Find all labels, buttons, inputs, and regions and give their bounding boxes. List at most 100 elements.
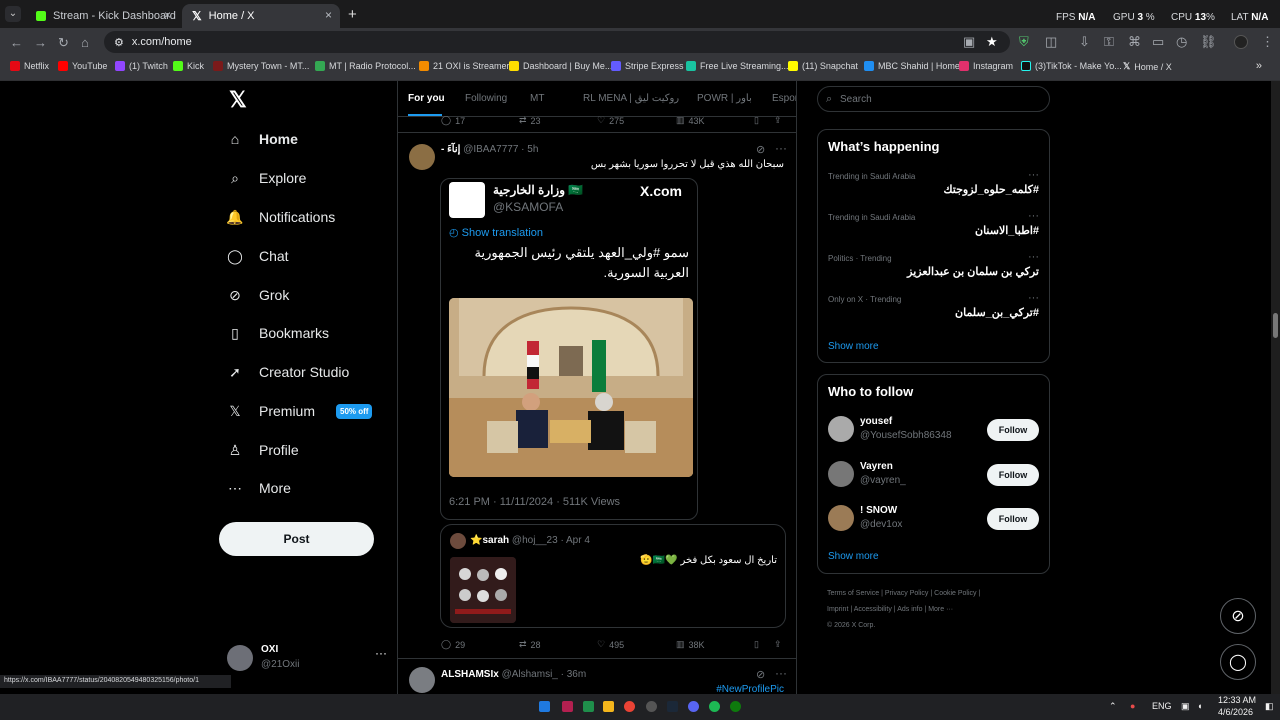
trend-item[interactable]: Trending in Saudi Arabia ··· #كلمه_حلوه_لز… [828, 169, 1039, 202]
profile-avatar[interactable] [1234, 35, 1248, 49]
windows-start-icon[interactable] [539, 701, 550, 712]
like-count[interactable]: ♡ 275 [597, 115, 624, 126]
more-icon[interactable]: ··· [1028, 210, 1039, 222]
trend-item[interactable]: Politics · Trending ··· تركي بن سلمان بن ع… [828, 251, 1039, 284]
forward-icon[interactable]: → [34, 35, 47, 50]
bookmark-star-icon[interactable]: ★ [986, 34, 998, 50]
download-icon[interactable]: ⇩ [1079, 34, 1090, 50]
clock-time[interactable]: 12:33 AM [1218, 695, 1256, 705]
more-link[interactable]: More ··· [928, 606, 953, 613]
bookmark-icon[interactable]: ▯ [754, 115, 759, 126]
bookmark-instagram[interactable]: Instagram [959, 61, 1013, 71]
extensions-icon[interactable]: ◫ [1045, 34, 1057, 50]
quoted-photo[interactable] [450, 557, 516, 623]
follow-button[interactable]: Follow [987, 508, 1039, 530]
nav-premium[interactable]: 𝕏 Premium 50% off [226, 396, 406, 426]
account-switcher[interactable]: OXI @21Oxii ··· [227, 641, 387, 677]
privacy-link[interactable]: Privacy Policy [885, 590, 929, 597]
post-button[interactable]: Post [219, 522, 374, 556]
nav-home[interactable]: ⌂ Home [226, 124, 406, 154]
bookmark-oxi-streamer[interactable]: 21 OXI is Streamer [419, 61, 510, 71]
tab-espor[interactable]: Espor [772, 93, 796, 104]
volume-icon[interactable]: ◖ [1197, 701, 1202, 711]
address-bar[interactable]: ⚙ x.com/home [104, 31, 1010, 53]
steam-icon[interactable] [667, 701, 678, 712]
close-icon[interactable]: × [164, 8, 171, 22]
more-icon[interactable]: ··· [1028, 251, 1039, 263]
show-more-link[interactable]: Show more [828, 341, 879, 352]
x-logo-icon[interactable]: 𝕏 [229, 89, 251, 111]
bookmark-snapchat[interactable]: (11) Snapchat [788, 61, 858, 71]
grok-icon[interactable]: ⊘ [756, 143, 765, 156]
more-icon[interactable]: ··· [775, 141, 787, 155]
settings-icon[interactable] [646, 701, 657, 712]
quoted-image-card[interactable]: وزارة الخارجية 🇸🇦 @KSAMOFA X.com ◴ Show … [440, 178, 698, 520]
meeting-photo[interactable] [449, 298, 693, 477]
network-icon[interactable]: ▣ [1181, 701, 1190, 712]
tab-search-icon[interactable]: ⌄ [5, 6, 21, 22]
messages-button[interactable]: ◯ [1220, 644, 1256, 680]
bookmark-netflix[interactable]: Netflix [10, 61, 49, 71]
grok-button[interactable]: ⊘ [1220, 598, 1256, 634]
share-icon[interactable]: ⇪ [774, 115, 782, 126]
show-more-link[interactable]: Show more [828, 551, 879, 562]
ads-info-link[interactable]: Ads info [897, 606, 922, 613]
bookmark-shahid[interactable]: MBC Shahid | Home [864, 61, 960, 71]
notifications-icon[interactable]: ◧ [1265, 701, 1274, 712]
views-count[interactable]: ▥ 38K [676, 639, 705, 650]
trend-item[interactable]: Trending in Saudi Arabia ··· #اطبا_الاسنان [828, 210, 1039, 243]
chrome-icon[interactable] [624, 701, 635, 712]
nav-more[interactable]: ⋯ More [226, 473, 406, 503]
nav-profile[interactable]: ♙ Profile [226, 435, 406, 465]
more-bookmarks-icon[interactable]: » [1256, 60, 1262, 72]
tab-mt[interactable]: MT [530, 93, 544, 104]
quoted-tweet[interactable]: ⭐sarah @hoj__23 · Apr 4 تاريخ ال سعود بك… [440, 524, 786, 628]
back-icon[interactable]: ← [10, 35, 23, 50]
cookie-link[interactable]: Cookie Policy [934, 590, 976, 597]
more-icon[interactable]: ··· [775, 666, 787, 680]
page-scrollbar[interactable] [1271, 81, 1280, 694]
app-icon[interactable] [562, 701, 573, 712]
more-icon[interactable]: ··· [1028, 169, 1039, 181]
xbox-icon[interactable] [730, 701, 741, 712]
tab-rl-mena[interactable]: RL MENA | روكيت ليق [583, 93, 679, 104]
cast-icon[interactable]: ▣ [963, 34, 975, 50]
card-icon[interactable]: ▭ [1152, 34, 1164, 50]
bookmark-stripe[interactable]: Stripe Express [611, 61, 684, 71]
discord-icon[interactable] [688, 701, 699, 712]
follow-button[interactable]: Follow [987, 419, 1039, 441]
trend-item[interactable]: Only on X · Trending ··· #تركي_بن_سلمان [828, 292, 1039, 325]
folder-icon[interactable] [603, 701, 614, 712]
terms-link[interactable]: Terms of Service [827, 590, 879, 597]
repost-count[interactable]: ⇄ 28 [519, 639, 541, 650]
tray-chevron-icon[interactable]: ⌃ [1109, 701, 1117, 712]
tab-for-you[interactable]: For you [408, 93, 445, 116]
home-icon[interactable]: ⌂ [81, 35, 89, 50]
views-count[interactable]: ▥ 43K [676, 115, 705, 126]
follow-button[interactable]: Follow [987, 464, 1039, 486]
microphone-icon[interactable]: ● [1130, 701, 1135, 711]
nav-creator-studio[interactable]: ➚ Creator Studio [226, 357, 406, 387]
excel-icon[interactable] [583, 701, 594, 712]
password-icon[interactable]: ⚿ [1104, 34, 1114, 50]
share-icon[interactable]: ⇪ [774, 639, 782, 650]
spotify-icon[interactable] [709, 701, 720, 712]
bookmark-tiktok[interactable]: (3)TikTok - Make Yo... [1021, 61, 1122, 71]
tab-kick-dashboard[interactable]: Stream - Kick Dashboard × [26, 4, 179, 28]
accessibility-link[interactable]: Accessibility [854, 606, 892, 613]
bookmark-home-x[interactable]: 𝕏 Home / X [1123, 61, 1172, 72]
more-icon[interactable]: ··· [1028, 292, 1039, 304]
imprint-link[interactable]: Imprint [827, 606, 848, 613]
like-count[interactable]: ♡ 495 [597, 639, 624, 650]
site-info-icon[interactable]: ⚙ [114, 36, 124, 49]
bookmark-mystery-town[interactable]: Mystery Town - MT... [213, 61, 309, 71]
tab-powr[interactable]: POWR | باور [697, 93, 752, 104]
clock-date[interactable]: 4/6/2026 [1218, 707, 1253, 717]
tab-following[interactable]: Following [465, 93, 507, 104]
translate-icon[interactable]: ⌘ [1128, 34, 1141, 50]
bookmark-youtube[interactable]: YouTube [58, 61, 107, 71]
language-indicator[interactable]: ENG [1152, 701, 1172, 711]
bookmark-icon[interactable]: ▯ [754, 639, 759, 650]
nav-grok[interactable]: ⊘ Grok [226, 280, 406, 310]
scroll-thumb[interactable] [1273, 313, 1278, 338]
